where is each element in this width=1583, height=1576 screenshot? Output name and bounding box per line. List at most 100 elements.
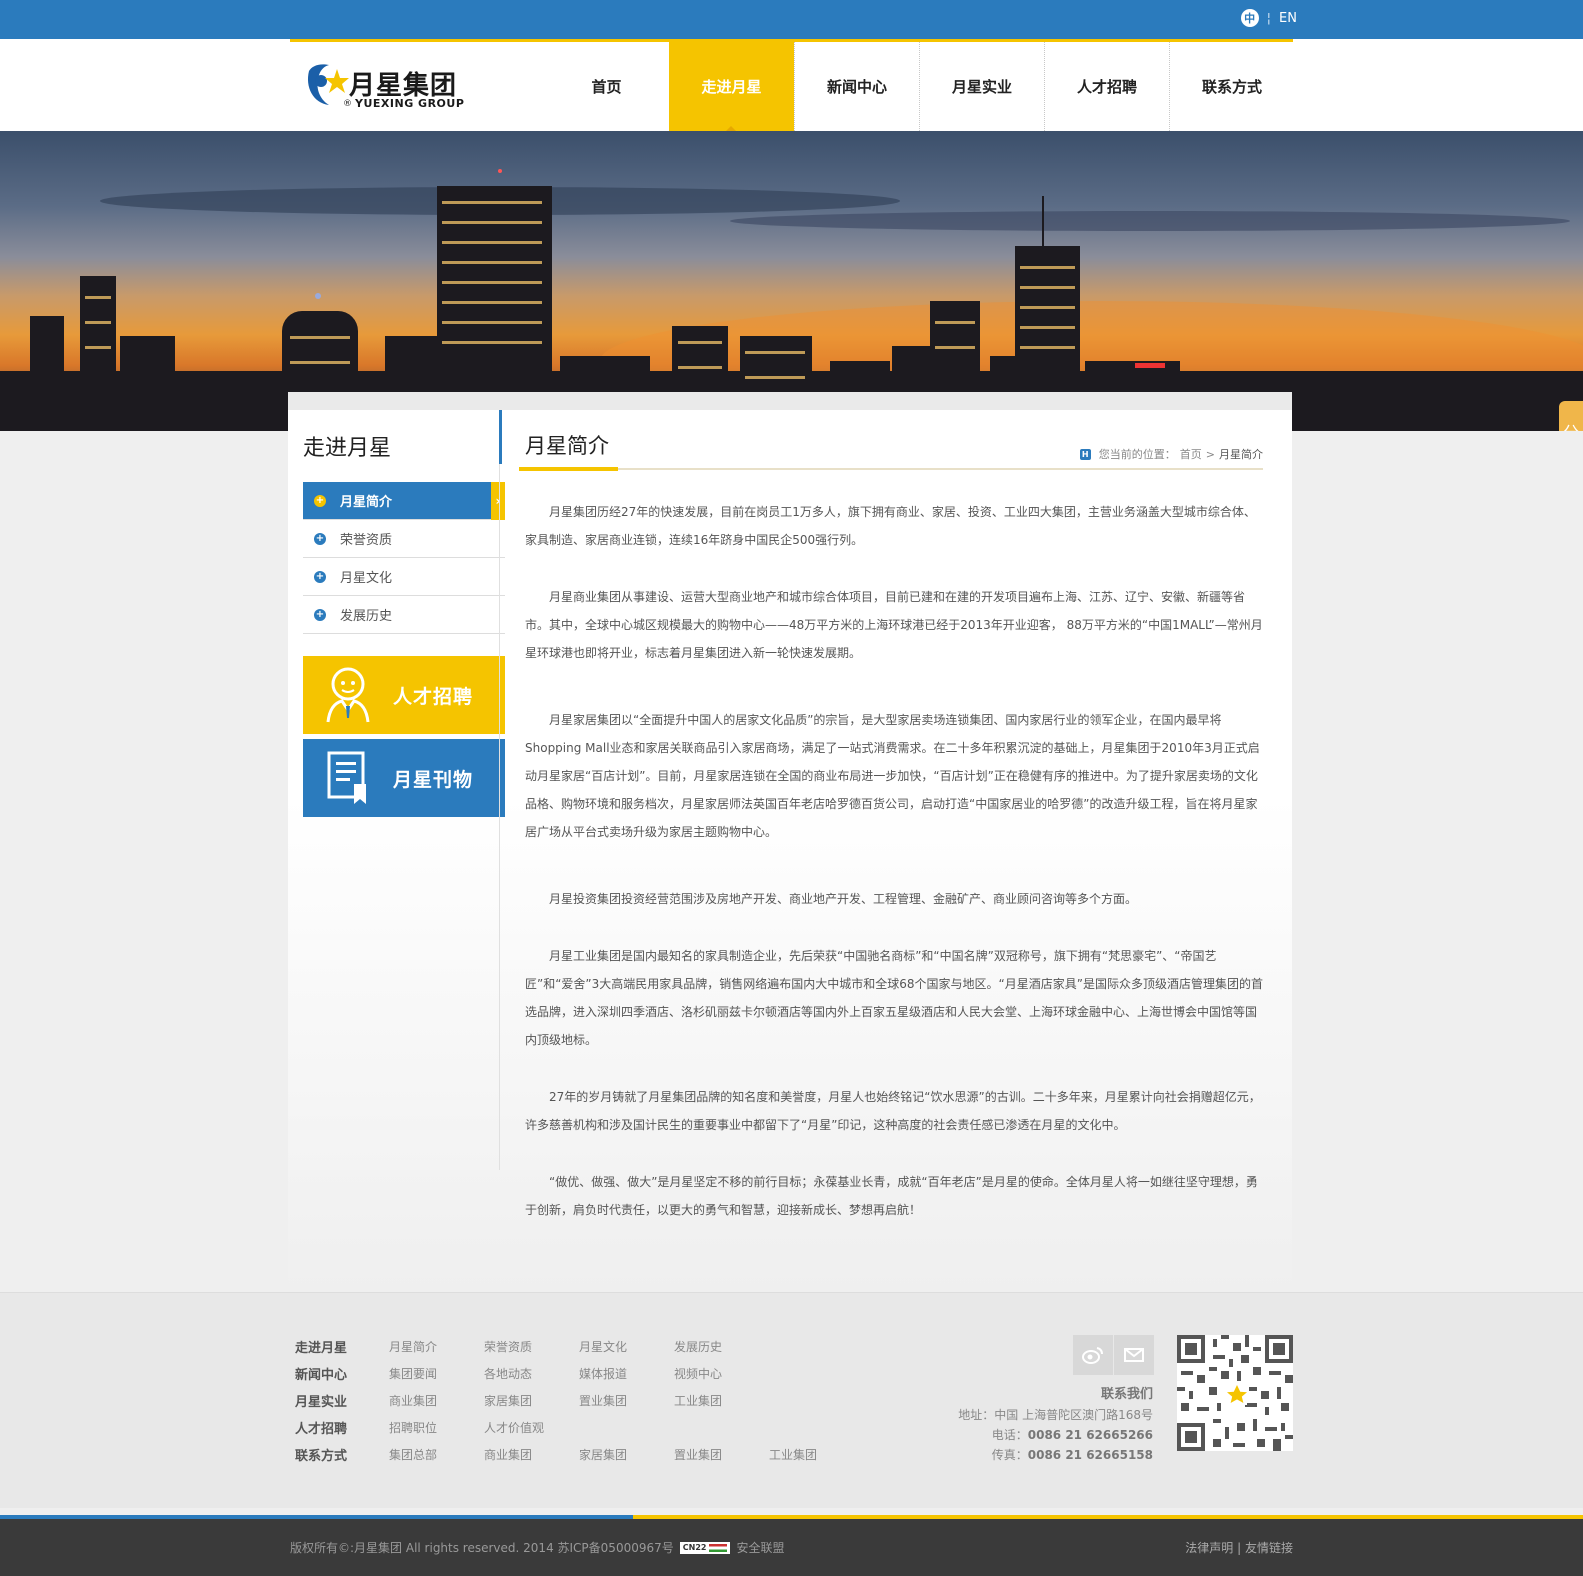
footer-link[interactable]: 发展历史 — [674, 1338, 769, 1355]
footer-link[interactable]: 各地动态 — [484, 1365, 579, 1382]
nav-home[interactable]: 首页 — [544, 42, 669, 131]
top-bar: 中 ¦ EN — [0, 0, 1583, 39]
weibo-button[interactable] — [1073, 1335, 1113, 1375]
article-paragraph: 月星投资集团投资经营范围涉及房地产开发、商业地产开发、工程管理、金融矿产、商业顾… — [549, 892, 1138, 906]
article-paragraph: 月星集团历经27年的快速发展，目前在岗员工1万多人，旗下拥有商业、家居、投资、工… — [525, 505, 1256, 547]
recruit-banner[interactable]: 人才招聘 — [303, 656, 505, 734]
title-underline-accent — [519, 467, 618, 471]
share-tab[interactable]: 分 享 — [1559, 401, 1583, 431]
column-divider — [499, 410, 500, 1170]
footer-link[interactable]: 集团要闻 — [389, 1365, 484, 1382]
legal-separator: | — [1237, 1541, 1242, 1555]
logo[interactable]: 月星集团 ® YUEXING GROUP — [303, 61, 478, 117]
language-switch: 中 ¦ EN — [1240, 9, 1297, 27]
footer-heading[interactable]: 联系方式 — [295, 1445, 389, 1464]
contact-fax-row: 传真：0086 21 62665158 — [958, 1445, 1153, 1465]
nav-about[interactable]: 走进月星 — [669, 42, 794, 131]
footer-link[interactable]: 集团总部 — [389, 1446, 484, 1463]
social-buttons — [1073, 1335, 1154, 1375]
page-title: 月星简介 — [525, 434, 609, 458]
weibo-icon — [1082, 1347, 1103, 1364]
sidebar-item-honors[interactable]: + 荣誉资质 — [303, 520, 505, 558]
plus-circle-icon: + — [314, 609, 326, 621]
footer-link[interactable]: 荣誉资质 — [484, 1338, 579, 1355]
fax-number: 0086 21 62665158 — [1027, 1448, 1153, 1462]
footer-link[interactable]: 人才价值观 — [484, 1419, 579, 1436]
sidebar-item-label: 月星简介 — [340, 495, 393, 510]
nav-industry[interactable]: 月星实业 — [919, 42, 1044, 131]
footer-link[interactable]: 家居集团 — [579, 1446, 674, 1463]
title-underline — [525, 468, 1263, 470]
contact-address: 地址：中国 上海普陀区澳门路168号 — [958, 1408, 1153, 1422]
sidebar-item-label: 月星文化 — [340, 571, 393, 586]
plus-circle-icon: + — [314, 571, 326, 583]
footer-link[interactable]: 商业集团 — [389, 1392, 484, 1409]
site-footer: 走进月星 月星简介 荣誉资质 月星文化 发展历史 新闻中心 集团要闻 各地动态 … — [0, 1292, 1583, 1508]
sidebar-item-label: 发展历史 — [340, 609, 393, 624]
sidebar-item-history[interactable]: + 发展历史 — [303, 596, 505, 634]
footer-heading[interactable]: 新闻中心 — [295, 1364, 389, 1383]
footer-row: 人才招聘 招聘职位 人才价值观 — [295, 1414, 864, 1441]
article-paragraph: “做优、做强、做大”是月星坚定不移的前行目标；永葆基业长青，成就“百年老店”是月… — [525, 1175, 1258, 1217]
mail-button[interactable] — [1114, 1335, 1154, 1375]
lang-en-button[interactable]: EN — [1279, 11, 1297, 26]
footer-link[interactable]: 媒体报道 — [579, 1365, 674, 1382]
footer-link[interactable]: 置业集团 — [674, 1446, 769, 1463]
share-label-1: 分 — [1563, 422, 1579, 431]
sidebar-item-label: 荣誉资质 — [340, 533, 393, 548]
article-body: 月星集团历经27年的快速发展，目前在岗员工1万多人，旗下拥有商业、家居、投资、工… — [525, 498, 1263, 1224]
city-skyline-image — [0, 169, 1583, 431]
footer-link-grid: 走进月星 月星简介 荣誉资质 月星文化 发展历史 新闻中心 集团要闻 各地动态 … — [295, 1333, 864, 1468]
nav-careers[interactable]: 人才招聘 — [1044, 42, 1169, 131]
logo-subtitle: YUEXING GROUP — [355, 97, 465, 110]
journal-label: 月星刊物 — [393, 768, 474, 791]
footer-link[interactable]: 招聘职位 — [389, 1419, 484, 1436]
breadcrumb-home[interactable]: 首页 — [1180, 446, 1202, 462]
footer-heading[interactable]: 人才招聘 — [295, 1418, 389, 1437]
footer-heading[interactable]: 月星实业 — [295, 1391, 389, 1410]
footer-link[interactable]: 月星文化 — [579, 1338, 674, 1355]
skyline-banner: 分 享 — [0, 131, 1583, 431]
footer-link[interactable]: 商业集团 — [484, 1446, 579, 1463]
site-header: 月星集团 ® YUEXING GROUP 首页 走进月星 新闻中心 月星实业 人… — [0, 39, 1583, 131]
sidebar-item-profile[interactable]: + 月星简介 › — [303, 482, 505, 520]
legal-links: 法律声明 | 友情链接 — [1185, 1539, 1293, 1556]
footer-link[interactable]: 置业集团 — [579, 1392, 674, 1409]
contact-phone-row: 电话：0086 21 62665266 — [958, 1425, 1153, 1445]
friend-links-link[interactable]: 友情链接 — [1245, 1541, 1293, 1555]
flag-stripes-icon — [709, 1543, 728, 1552]
nav-news[interactable]: 新闻中心 — [794, 42, 919, 131]
legal-notice-link[interactable]: 法律声明 — [1185, 1541, 1233, 1555]
footer-link[interactable]: 月星简介 — [389, 1338, 484, 1355]
journal-banner[interactable]: 月星刊物 — [303, 739, 505, 817]
article-paragraph: 27年的岁月铸就了月星集团品牌的知名度和美誉度，月星人也始终铭记“饮水思源”的古… — [525, 1090, 1261, 1132]
footer-link[interactable]: 家居集团 — [484, 1392, 579, 1409]
lang-separator: ¦ — [1266, 10, 1272, 26]
footer-row: 月星实业 商业集团 家居集团 置业集团 工业集团 — [295, 1387, 864, 1414]
breadcrumb-separator: > — [1205, 447, 1215, 461]
recruit-label: 人才招聘 — [393, 685, 474, 708]
bottom-bar: 版权所有©:月星集团 All rights reserved. 2014 苏IC… — [0, 1519, 1583, 1576]
nav-contact[interactable]: 联系方式 — [1169, 42, 1294, 131]
qr-code-icon — [1177, 1335, 1293, 1451]
copyright-text: 版权所有©:月星集团 All rights reserved. 2014 苏IC… — [290, 1541, 674, 1555]
footer-heading[interactable]: 走进月星 — [295, 1337, 389, 1356]
chevron-right-icon: › — [491, 482, 505, 520]
lang-zh-button[interactable]: 中 — [1240, 9, 1259, 27]
article-paragraph: 月星工业集团是国内最知名的家具制造企业，先后荣获“中国驰名商标”和“中国名牌”双… — [525, 949, 1263, 1047]
footer-row: 走进月星 月星简介 荣誉资质 月星文化 发展历史 — [295, 1333, 864, 1360]
phone-label: 电话： — [991, 1428, 1028, 1442]
cn22-badge-text: CN22 — [682, 1543, 707, 1552]
security-alliance-link[interactable]: 安全联盟 — [736, 1539, 784, 1556]
copyright: 版权所有©:月星集团 All rights reserved. 2014 苏IC… — [290, 1539, 784, 1556]
sidebar-item-culture[interactable]: + 月星文化 — [303, 558, 505, 596]
content-top-bar — [288, 392, 1292, 410]
footer-link[interactable]: 工业集团 — [769, 1446, 864, 1463]
cn22-badge[interactable]: CN22 — [679, 1541, 731, 1554]
footer-link[interactable]: 工业集团 — [674, 1392, 769, 1409]
breadcrumb-prefix: 您当前的位置： — [1098, 448, 1176, 461]
phone-number: 0086 21 62665266 — [1027, 1428, 1153, 1442]
contact-title: 联系我们 — [1100, 1387, 1153, 1402]
footer-link[interactable]: 视频中心 — [674, 1365, 769, 1382]
main-nav: 首页 走进月星 新闻中心 月星实业 人才招聘 联系方式 — [544, 42, 1294, 131]
